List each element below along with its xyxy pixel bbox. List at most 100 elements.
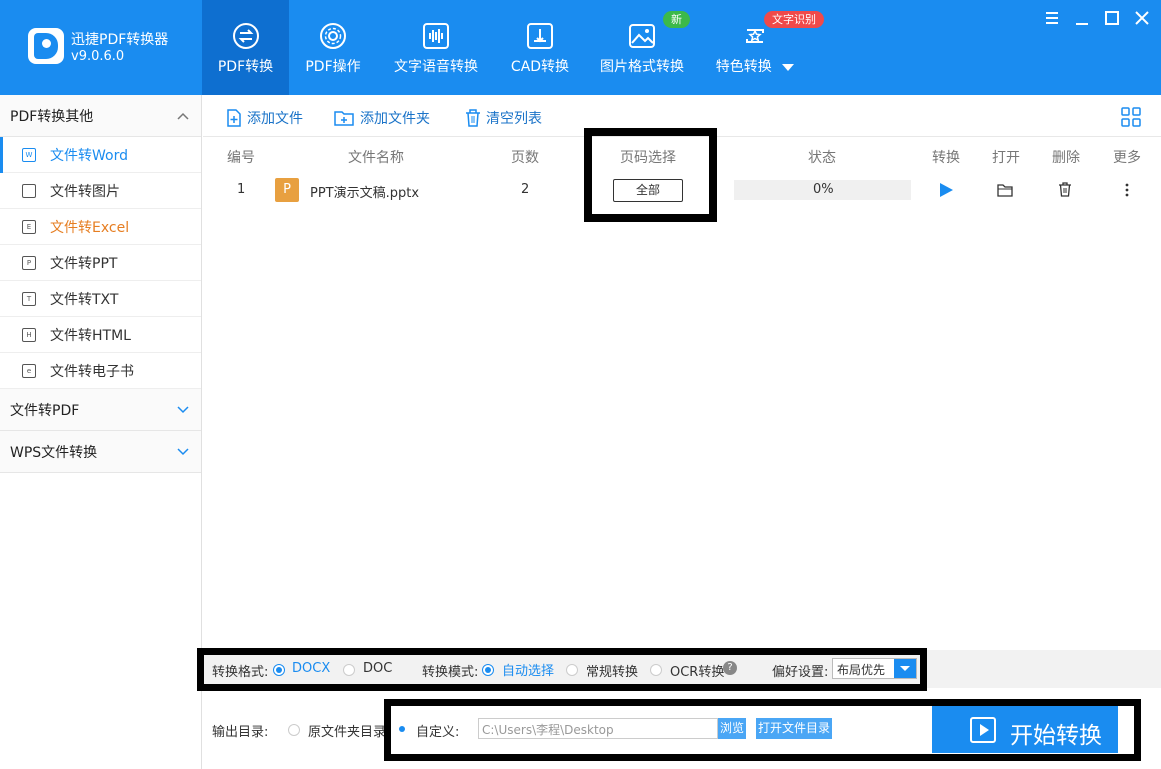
output-original-radio[interactable] xyxy=(288,722,300,737)
app-logo-icon xyxy=(28,28,64,64)
file-name: PPT演示文稿.pptx xyxy=(310,186,420,201)
header-more: 更多 xyxy=(1113,150,1141,166)
pref-select[interactable]: 布局优先 xyxy=(832,658,917,679)
format-docx-label: DOCX xyxy=(292,661,331,676)
add-folder-label: 添加文件夹 xyxy=(360,111,430,127)
app-title: 迅捷PDF转换器 xyxy=(71,32,169,48)
add-folder-button[interactable]: 添加文件夹 xyxy=(334,108,430,128)
header-open: 打开 xyxy=(992,150,1020,166)
ppt-file-icon: P xyxy=(22,255,36,270)
mode-normal-label: 常规转换 xyxy=(586,665,639,680)
add-file-icon xyxy=(227,109,241,127)
nav-label: PDF转换 xyxy=(217,59,274,75)
word-file-icon: W xyxy=(22,147,36,162)
clear-list-button[interactable]: 清空列表 xyxy=(465,108,542,128)
start-convert-label: 开始转换 xyxy=(1010,723,1102,749)
ocr-badge: 文字识别 xyxy=(764,11,824,28)
ebook-file-icon: e xyxy=(22,363,36,378)
nav-label: 文字语音转换 xyxy=(394,59,478,75)
sidebar-group-to-pdf[interactable]: 文件转PDF xyxy=(0,389,201,431)
start-convert-button[interactable]: 开始转换 xyxy=(932,706,1118,753)
mode-ocr-label: OCR转换 xyxy=(670,665,725,680)
clear-list-label: 清空列表 xyxy=(486,111,542,127)
format-doc-label: DOC xyxy=(363,661,393,676)
waveform-icon xyxy=(423,23,449,49)
add-file-button[interactable]: 添加文件 xyxy=(225,108,303,128)
header-num: 编号 xyxy=(227,150,255,166)
grid-view-icon[interactable] xyxy=(1121,107,1141,131)
trash-icon xyxy=(466,109,480,127)
nav-label: 图片格式转换 xyxy=(600,59,684,75)
add-file-label: 添加文件 xyxy=(247,111,303,127)
sidebar-item-label: 文件转PPT xyxy=(50,255,118,272)
annotation-box xyxy=(584,128,717,222)
output-custom-radio[interactable] xyxy=(397,722,409,737)
browse-button[interactable]: 浏览 xyxy=(718,718,746,739)
star-convert-icon xyxy=(746,29,764,43)
sidebar: PDF转换其他 W 文件转Word 文件转图片 E 文件转Excel P 文件转PPT… xyxy=(0,95,202,769)
title-bar: 迅捷PDF转换器 v9.0.6.0 PDF转换 PDF操作 文字语音转换 CAD… xyxy=(0,0,1161,95)
menu-icon[interactable] xyxy=(1044,10,1060,26)
sidebar-item-html[interactable]: H 文件转HTML xyxy=(0,317,201,353)
sidebar-item-image[interactable]: 文件转图片 xyxy=(0,173,201,209)
app-version: v9.0.6.0 xyxy=(71,49,125,64)
nav-text-speech[interactable]: 文字语音转换 xyxy=(385,0,487,95)
sidebar-item-excel[interactable]: E 文件转Excel xyxy=(0,209,201,245)
chevron-down-icon xyxy=(177,447,189,455)
sidebar-item-word[interactable]: W 文件转Word xyxy=(0,137,201,173)
sidebar-group-pdf-other[interactable]: PDF转换其他 xyxy=(0,95,201,137)
excel-file-icon: E xyxy=(22,219,36,234)
mode-auto-label: 自动选择 xyxy=(502,664,555,679)
sidebar-item-label: 文件转HTML xyxy=(50,327,131,344)
maximize-icon[interactable] xyxy=(1104,10,1120,26)
trash-icon[interactable] xyxy=(1058,182,1072,201)
chevron-down-icon xyxy=(894,659,916,678)
output-original-label: 原文件夹目录 xyxy=(308,725,387,740)
nav-pdf-convert[interactable]: PDF转换 xyxy=(202,0,289,95)
cad-icon xyxy=(527,23,553,49)
dropdown-arrow-icon xyxy=(782,63,795,71)
nav-cad-convert[interactable]: CAD转换 xyxy=(500,0,580,95)
header-status: 状态 xyxy=(808,150,836,166)
sidebar-item-label: 文件转图片 xyxy=(50,183,120,200)
start-icon xyxy=(970,717,996,743)
format-docx-radio[interactable] xyxy=(273,662,285,677)
page-select-button[interactable]: 全部 xyxy=(613,179,683,202)
format-label: 转换格式: xyxy=(212,665,269,680)
output-label: 输出目录: xyxy=(212,725,269,740)
close-icon[interactable] xyxy=(1134,10,1150,26)
sidebar-item-label: 文件转Excel xyxy=(50,219,130,236)
header-pages: 页数 xyxy=(511,150,539,166)
output-custom-label: 自定义: xyxy=(416,725,460,740)
new-badge: 新 xyxy=(663,11,690,28)
output-path-input[interactable]: C:\Users\李程\Desktop xyxy=(478,718,718,739)
nav-pdf-operation[interactable]: PDF操作 xyxy=(289,0,377,95)
pdf-convert-icon xyxy=(232,23,259,49)
header-convert: 转换 xyxy=(932,150,960,166)
format-doc-radio[interactable] xyxy=(343,662,355,677)
sidebar-group-label: PDF转换其他 xyxy=(10,108,94,125)
pref-label: 偏好设置: xyxy=(772,665,829,680)
sidebar-item-label: 文件转Word xyxy=(50,147,128,164)
play-icon[interactable] xyxy=(939,183,953,201)
mode-normal-radio[interactable] xyxy=(566,662,578,677)
sidebar-item-ebook[interactable]: e 文件转电子书 xyxy=(0,353,201,389)
sidebar-item-txt[interactable]: T 文件转TXT xyxy=(0,281,201,317)
folder-open-icon[interactable] xyxy=(997,183,1013,201)
nav-label: PDF操作 xyxy=(305,59,361,75)
sidebar-item-ppt[interactable]: P 文件转PPT xyxy=(0,245,201,281)
txt-file-icon: T xyxy=(22,291,36,306)
image-icon xyxy=(629,24,655,48)
nav-label: 特色转换 xyxy=(716,56,795,76)
mode-auto-radio[interactable] xyxy=(482,662,494,677)
row-num: 1 xyxy=(237,182,246,197)
open-dir-button[interactable]: 打开文件目录 xyxy=(756,718,832,739)
mode-label: 转换模式: xyxy=(422,665,479,680)
gear-icon xyxy=(320,23,346,49)
mode-ocr-radio[interactable] xyxy=(650,662,662,677)
minimize-icon[interactable] xyxy=(1074,10,1090,26)
more-icon[interactable] xyxy=(1125,183,1129,201)
ppt-file-icon: P xyxy=(275,178,299,202)
help-icon[interactable]: ? xyxy=(723,661,737,675)
sidebar-group-wps[interactable]: WPS文件转换 xyxy=(0,431,201,473)
